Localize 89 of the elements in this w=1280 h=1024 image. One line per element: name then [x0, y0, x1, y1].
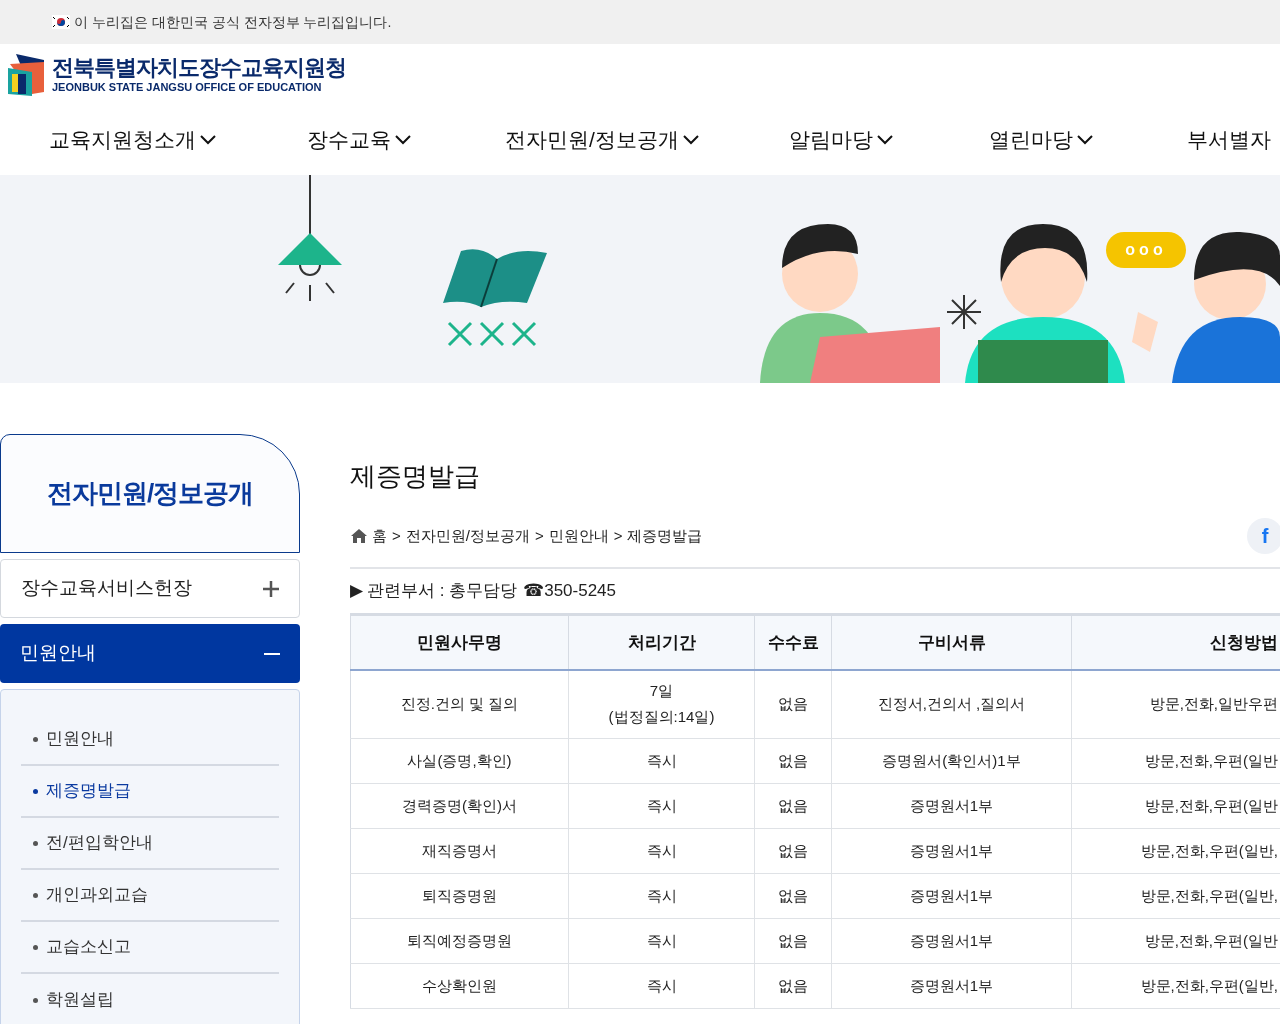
table-cell: 방문,전화,우편(일반,: [1071, 873, 1280, 919]
table-cell: 방문,전화,우편(일반: [1071, 738, 1280, 784]
logo-icon: [8, 54, 46, 96]
table-cell: 퇴직증명원: [350, 873, 569, 919]
table-cell: 없음: [754, 873, 832, 919]
chevron-down-icon: [877, 135, 893, 145]
submenu-item[interactable]: 학원설립: [21, 974, 279, 1024]
breadcrumb-link[interactable]: 민원안내: [548, 524, 609, 548]
bullet-icon: [33, 736, 38, 742]
facebook-share-button[interactable]: f: [1247, 518, 1280, 554]
table-cell: 방문,전화,우편(일반,: [1071, 963, 1280, 1009]
table-cell: 즉시: [568, 918, 755, 964]
nav-menu-item[interactable]: 열린마당: [989, 120, 1187, 160]
nav-menu-item[interactable]: 부서별자: [1187, 120, 1277, 160]
table-cell: 없음: [754, 828, 832, 874]
bullet-icon: [33, 892, 38, 898]
table-cell: 진정.건의 및 질의: [350, 669, 569, 739]
chevron-down-icon: [682, 135, 699, 145]
bullet-icon: [33, 840, 38, 846]
chevron-down-icon: [395, 135, 411, 145]
submenu-item[interactable]: 개인과외교습: [21, 870, 279, 922]
phone-number: 350-5245: [544, 580, 616, 603]
breadcrumb-separator: >: [534, 525, 544, 546]
table-cell: 증명원서(확인서)1부: [831, 738, 1072, 784]
korean-flag-icon: [52, 15, 70, 29]
table-cell: 즉시: [568, 828, 755, 874]
nav-menu-item[interactable]: 알림마당: [789, 120, 989, 160]
home-icon: [350, 528, 368, 544]
breadcrumb-link[interactable]: 제증명발급: [627, 524, 703, 548]
table-cell: 방문,전화,일반우편: [1071, 669, 1280, 739]
table-cell: 증명원서1부: [831, 873, 1072, 919]
submenu-item[interactable]: 전/편입학안내: [21, 818, 279, 870]
plus-icon: [263, 580, 279, 597]
table-cell: 사실(증명,확인): [350, 738, 569, 784]
speech-bubble: ooo: [1106, 232, 1186, 268]
logo-title[interactable]: 전북특별자치도장수교육지원청: [52, 57, 346, 79]
bullet-icon: [33, 997, 38, 1003]
column-header: 처리기간: [568, 614, 755, 670]
table-cell: 재직증명서: [350, 828, 569, 874]
submenu-item[interactable]: 민원안내: [21, 714, 279, 766]
table-cell: 방문,전화,우편(일반: [1071, 783, 1280, 829]
breadcrumb-separator: >: [392, 525, 401, 546]
table-cell: 즉시: [568, 963, 755, 1009]
table-cell: 없음: [754, 963, 832, 1009]
bullet-icon: [33, 944, 38, 950]
nav-menu-item[interactable]: 전자민원/정보공개: [505, 120, 789, 160]
nav-menu-item[interactable]: 교육지원청소개: [49, 120, 307, 160]
sparkle-icon: [947, 295, 981, 329]
table-cell: 방문,전화,우편(일반,: [1071, 828, 1280, 874]
table-cell: 즉시: [568, 783, 755, 829]
marker-text: ▶: [350, 580, 363, 603]
table-cell: 증명원서1부: [831, 783, 1072, 829]
table-cell: 없음: [754, 918, 832, 964]
table-cell: 즉시: [568, 873, 755, 919]
logo-subtitle: JEONBUK STATE JANGSU OFFICE OF EDUCATION: [52, 82, 323, 93]
table-cell: 방문,전화,우편(일반: [1071, 918, 1280, 964]
column-header: 수수료: [754, 614, 832, 670]
table-cell: 증명원서1부: [831, 828, 1072, 874]
chevron-down-icon: [200, 135, 216, 145]
breadcrumb-separator: >: [613, 525, 623, 546]
sidebar-title: 전자민원/정보공개: [46, 477, 254, 510]
page-title: 제증명발급: [350, 460, 481, 493]
table-cell: 즉시: [568, 738, 755, 784]
table-cell: 증명원서1부: [831, 963, 1072, 1009]
table-cell: 진정서,건의서 ,질의서: [831, 669, 1072, 739]
table-cell: 없음: [754, 783, 832, 829]
submenu-item[interactable]: 교습소신고: [21, 922, 279, 974]
department-text: 관련부서 : 총무담당: [367, 580, 518, 603]
table-cell: 없음: [754, 669, 832, 739]
gov-notice-text: 이 누리집은 대한민국 공식 전자정부 누리집입니다.: [74, 12, 392, 32]
minus-icon: [264, 652, 280, 655]
table-cell: 7일 (법정질의:14일): [568, 669, 755, 739]
table-cell: 퇴직예정증명원: [350, 918, 569, 964]
submenu-item[interactable]: 제증명발급: [21, 766, 279, 818]
nav-menu-item[interactable]: 장수교육: [307, 120, 505, 160]
breadcrumb-link[interactable]: 전자민원/정보공개: [405, 524, 530, 548]
table-cell: 경력증명(확인)서: [350, 783, 569, 829]
column-header: 신청방법: [1071, 614, 1280, 670]
sidebar-group-button[interactable]: 장수교육서비스헌장: [0, 559, 300, 618]
chevron-down-icon: [1077, 135, 1093, 145]
table-cell: 수상확인원: [350, 963, 569, 1009]
sidebar-group-button[interactable]: 민원안내: [0, 624, 300, 683]
column-header: 민원사무명: [350, 614, 569, 670]
table-cell: 증명원서1부: [831, 918, 1072, 964]
column-header: 구비서류: [831, 614, 1072, 670]
breadcrumb-link[interactable]: 홈: [372, 524, 387, 548]
table-cell: 없음: [754, 738, 832, 784]
phone-icon: ☎: [523, 578, 545, 604]
bullet-icon: [33, 788, 38, 794]
